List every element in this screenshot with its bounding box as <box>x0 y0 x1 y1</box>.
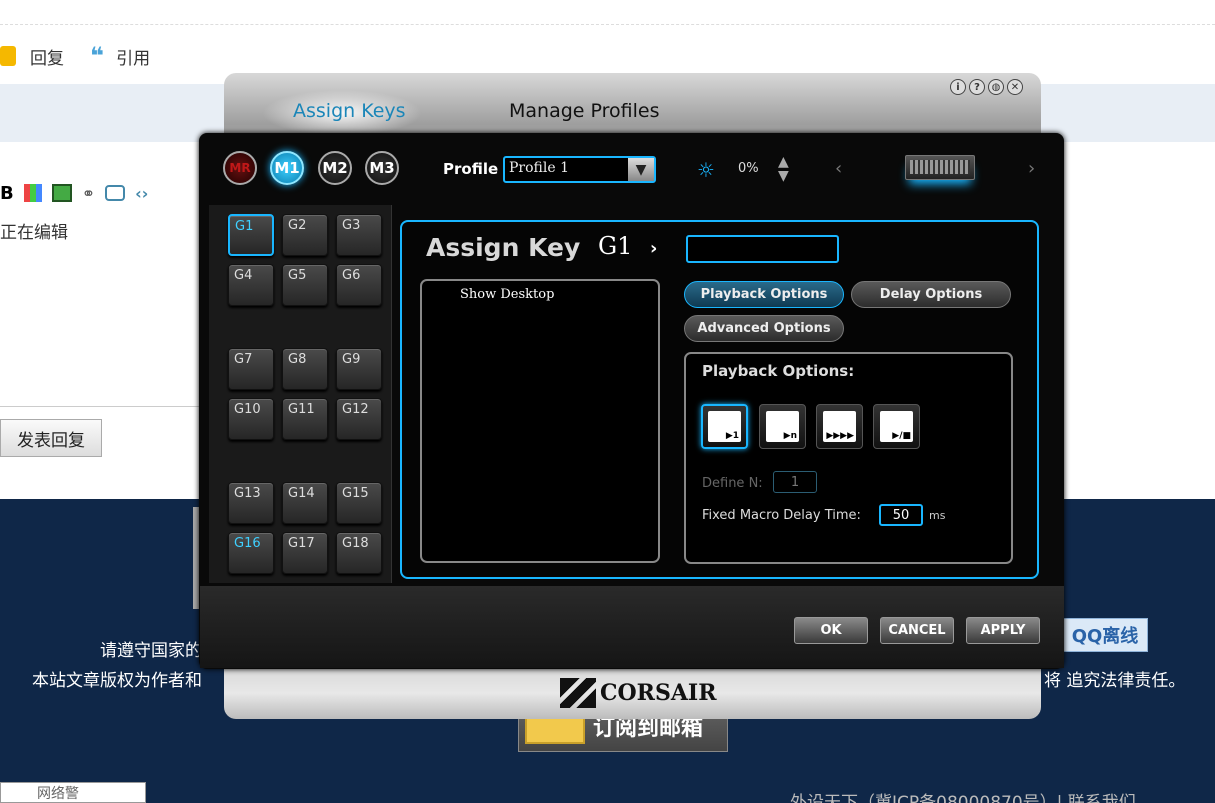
tab-assign-keys[interactable]: Assign Keys <box>293 100 406 122</box>
mode-mr-button[interactable]: MR <box>223 151 257 185</box>
image-icon[interactable] <box>51 184 72 202</box>
fixed-delay-input[interactable]: 50 <box>879 504 923 526</box>
fixed-delay-label: Fixed Macro Delay Time: <box>702 508 861 523</box>
play-repeat-mark: ▶▶▶▶ <box>826 431 854 441</box>
info-icon[interactable]: i <box>950 79 966 95</box>
post-actions: 回复 ❝ 引用 <box>0 42 150 70</box>
g-key-g12[interactable]: G12 <box>336 398 382 440</box>
footer-notice-2: 本站文章版权为作者和 <box>32 671 202 691</box>
g-key-g18[interactable]: G18 <box>336 532 382 574</box>
footer-notice-2-end: 将 追究法律责任。 <box>1044 671 1186 691</box>
macro-list[interactable] <box>420 279 660 563</box>
g-key-g9[interactable]: G9 <box>336 348 382 390</box>
play-n-times-icon[interactable]: ▶n <box>759 404 806 449</box>
brightness-down-icon[interactable]: ▼ <box>778 168 789 184</box>
mode-m1-button[interactable]: M1 <box>270 151 304 185</box>
g-key-g6[interactable]: G6 <box>336 264 382 306</box>
post-reply-button[interactable]: 发表回复 <box>0 419 102 457</box>
link-icon[interactable]: ⚭ <box>82 184 95 203</box>
g-key-g4[interactable]: G4 <box>228 264 274 306</box>
macro-list-item[interactable]: Show Desktop <box>460 287 554 302</box>
play-toggle-mark: ▶/■ <box>892 431 911 441</box>
quote-block-icon[interactable] <box>105 185 126 201</box>
keyboard-device-image[interactable] <box>905 155 975 180</box>
cancel-button[interactable]: CANCEL <box>880 617 954 644</box>
assign-key-name: G1 <box>598 232 633 260</box>
close-icon[interactable]: ✕ <box>1007 79 1023 95</box>
quote-link[interactable]: 引用 <box>116 44 150 69</box>
g-key-g1[interactable]: G1 <box>228 214 274 256</box>
device-next-icon[interactable]: › <box>1028 158 1035 179</box>
delay-options-button[interactable]: Delay Options <box>851 281 1011 308</box>
define-n-label: Define N: <box>702 476 763 491</box>
g-key-g10[interactable]: G10 <box>228 398 274 440</box>
g-key-g5[interactable]: G5 <box>282 264 328 306</box>
play-n-times-mark: ▶n <box>783 431 797 441</box>
bold-icon[interactable]: B <box>0 183 14 204</box>
ok-button[interactable]: OK <box>794 617 868 644</box>
g-key-g2[interactable]: G2 <box>282 214 328 256</box>
playback-options-box <box>684 352 1013 564</box>
globe-icon[interactable]: ◍ <box>988 79 1004 95</box>
color-grid-icon[interactable] <box>23 184 42 202</box>
macro-name-input[interactable] <box>686 235 839 263</box>
play-once-icon[interactable]: ▶1 <box>701 404 748 449</box>
code-icon[interactable]: ‹› <box>135 184 148 203</box>
g-key-g16[interactable]: G16 <box>228 532 274 574</box>
playback-options-title: Playback Options: <box>702 362 855 380</box>
editor-toolbar: B ⚭ ‹› <box>0 176 148 210</box>
profile-label: Profile <box>443 160 499 178</box>
play-repeat-icon[interactable]: ▶▶▶▶ <box>816 404 863 449</box>
chevron-down-icon[interactable]: ▼ <box>628 158 654 181</box>
corsair-logo: CORSAIR <box>560 678 717 708</box>
corsair-wordmark: CORSAIR <box>600 680 717 706</box>
brightness-value: 0% <box>738 161 759 176</box>
g-key-g3[interactable]: G3 <box>336 214 382 256</box>
brightness-icon: ☼ <box>697 158 715 182</box>
quote-icon[interactable]: ❝ <box>90 42 104 70</box>
reply-link[interactable]: 回复 <box>30 44 64 69</box>
assign-key-title: Assign Key <box>426 233 581 262</box>
corsair-sails-icon <box>560 678 596 708</box>
g-key-pad <box>209 205 392 583</box>
police-badge[interactable]: 网络警 <box>0 782 146 803</box>
define-n-input[interactable]: 1 <box>773 471 817 493</box>
window-controls: i ? ◍ ✕ <box>950 79 1023 95</box>
qq-status-badge[interactable]: QQ离线 <box>1062 618 1148 652</box>
playback-options-button[interactable]: Playback Options <box>684 281 844 308</box>
g-key-g8[interactable]: G8 <box>282 348 328 390</box>
g-key-g17[interactable]: G17 <box>282 532 328 574</box>
editing-status: 正在编辑 <box>0 223 68 243</box>
mode-m2-button[interactable]: M2 <box>318 151 352 185</box>
reply-icon[interactable] <box>0 46 16 66</box>
g-key-g13[interactable]: G13 <box>228 482 274 524</box>
play-once-mark: ▶1 <box>725 431 739 441</box>
apply-button[interactable]: APPLY <box>966 617 1040 644</box>
g-key-g7[interactable]: G7 <box>228 348 274 390</box>
help-icon[interactable]: ? <box>969 79 985 95</box>
fixed-delay-unit: ms <box>929 509 946 522</box>
g-key-g15[interactable]: G15 <box>336 482 382 524</box>
icp-footer: 外设天下（冀ICP备08000870号）| 联系我们 <box>790 793 1136 803</box>
device-prev-icon[interactable]: ‹ <box>835 158 842 179</box>
mode-m3-button[interactable]: M3 <box>365 151 399 185</box>
tab-manage-profiles[interactable]: Manage Profiles <box>509 100 660 122</box>
g-key-g11[interactable]: G11 <box>282 398 328 440</box>
chevron-right-icon: › <box>650 238 658 259</box>
divider <box>0 24 1215 25</box>
g-key-g14[interactable]: G14 <box>282 482 328 524</box>
footer-notice-1: 请遵守国家的 <box>100 641 202 661</box>
advanced-options-button[interactable]: Advanced Options <box>684 315 844 342</box>
play-toggle-icon[interactable]: ▶/■ <box>873 404 920 449</box>
